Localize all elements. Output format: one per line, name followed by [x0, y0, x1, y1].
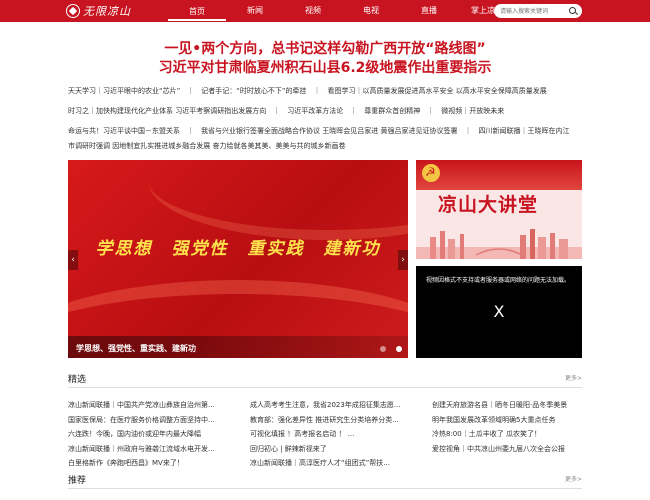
- ticker-line-4[interactable]: 市调研时强调 因地制宜扎实推进城乡融合发展 奋力绘就各美其美、美美与共的城乡新画…: [68, 141, 583, 151]
- list-item[interactable]: 教育部：强化差异性 推进研究生分类培养分类...: [250, 413, 415, 428]
- list-item[interactable]: 成人高考考生注意，我省2023年成招征集志愿...: [250, 398, 415, 413]
- list-item[interactable]: 国家医保局：在医疗服务价格调整方面坚持中...: [68, 413, 233, 428]
- site-logo[interactable]: 无限凉山: [66, 3, 131, 19]
- nav-item-home[interactable]: 首页: [168, 0, 226, 21]
- list-item[interactable]: 六连跌！今晚，国内油价或迎年内最大降幅: [68, 427, 233, 442]
- section-title: 推荐: [68, 476, 87, 486]
- ticker-line-1[interactable]: 天天学习｜习近平眼中的农业“芯片” ｜ 记者手记：“时时放心不下”的牵挂 ｜ 看…: [68, 86, 583, 96]
- party-emblem-icon: [422, 164, 440, 182]
- more-link[interactable]: 更多>: [565, 373, 582, 382]
- nav-item-news[interactable]: 新闻: [226, 0, 284, 22]
- list-item[interactable]: 可视化填报 ！高考报名启动 ！ ...: [250, 427, 415, 442]
- lecture-promo-banner[interactable]: 凉山大讲堂: [416, 160, 582, 259]
- list-item[interactable]: 凉山新闻联播｜高淳医疗人才“组团式”帮扶...: [250, 456, 415, 471]
- banner-caption[interactable]: 学思想、强党性、重实践、建新功: [76, 343, 196, 354]
- nav-item-tv[interactable]: 电视: [342, 0, 400, 22]
- logo-emblem-icon: [66, 4, 80, 18]
- search-icon[interactable]: [569, 7, 576, 14]
- city-skyline-illustration: [416, 229, 582, 259]
- promo-header-strip: [416, 160, 582, 190]
- list-item[interactable]: 凉山新闻联播｜州政府与雅砻江流域水电开发...: [68, 442, 233, 457]
- featured-section-header: 精选 更多>: [68, 372, 582, 388]
- list-item[interactable]: 爱控视角｜中共凉山州委九届八次全会公报: [432, 442, 584, 457]
- banner-carousel[interactable]: 学思想 强党性 重实践 建新功 ‹ › 学思想、强党性、重实践、建新功: [68, 160, 408, 358]
- carousel-indicators: [380, 346, 402, 352]
- list-item[interactable]: 创建天府旅游名县｜晒冬日暖阳·品冬季美景: [432, 398, 584, 413]
- ticker-line-3[interactable]: 命运与共！习近平谈中国－东盟关系 ｜ 我省与兴业银行签署全面战略合作协议 王晓晖…: [68, 126, 583, 136]
- featured-column-1: 凉山新闻联播｜中国共产党凉山彝族自治州第... 国家医保局：在医疗服务价格调整方…: [68, 398, 233, 471]
- featured-column-3: 创建天府旅游名县｜晒冬日暖阳·品冬季美景 明年我国发展改革领域明确5大重点任务 …: [432, 398, 584, 456]
- headline-2[interactable]: 习近平对甘肃临夏州积石山县6.2级地震作出重要指示: [0, 57, 650, 77]
- nav-item-live[interactable]: 直播: [400, 0, 458, 22]
- section-title: 精选: [68, 375, 87, 385]
- headline-1[interactable]: 一见•两个方向，总书记这样勾勒广西开放“路线图”: [0, 38, 650, 58]
- top-nav-bar: 无限凉山 首页 新闻 视频 电视 直播 掌上凉山: [0, 0, 650, 22]
- banner-decoration: [148, 160, 408, 240]
- list-item[interactable]: 回归初心 | 鲜辣新视来了: [250, 442, 415, 457]
- nav-item-video[interactable]: 视频: [284, 0, 342, 22]
- video-error-message: 视频因格式不支持或者服务器或网络的问题无法加载。: [426, 277, 571, 284]
- recommend-section-header: 推荐 更多>: [68, 473, 582, 489]
- more-link[interactable]: 更多>: [565, 474, 582, 483]
- list-item[interactable]: 冷热8:00｜土瓜丰收了 瓜农笑了！: [432, 427, 584, 442]
- list-item[interactable]: 白里格新作《奔跑吧西昌》MV来了！: [68, 456, 233, 471]
- carousel-dot[interactable]: [380, 346, 386, 352]
- main-nav: 首页 新闻 视频 电视 直播 掌上凉山: [168, 0, 516, 22]
- featured-column-2: 成人高考考生注意，我省2023年成招征集志愿... 教育部：强化差异性 推进研究…: [250, 398, 415, 471]
- list-item[interactable]: 凉山新闻联播｜中国共产党凉山彝族自治州第...: [68, 398, 233, 413]
- ticker-line-2[interactable]: 时习之｜加快构建现代化产业体系 习近平考察调研指出发展方向 ｜ 习近平改革方法论…: [68, 106, 583, 116]
- search-box: [494, 4, 582, 18]
- promo-title: 凉山大讲堂: [438, 194, 539, 216]
- carousel-next-icon[interactable]: ›: [398, 250, 408, 270]
- logo-text: 无限凉山: [83, 5, 131, 18]
- carousel-prev-icon[interactable]: ‹: [68, 250, 78, 270]
- list-item[interactable]: 明年我国发展改革领域明确5大重点任务: [432, 413, 584, 428]
- carousel-dot-active[interactable]: [396, 346, 402, 352]
- search-input[interactable]: [500, 5, 566, 17]
- close-icon[interactable]: X: [416, 302, 582, 321]
- banner-slogan: 学思想 强党性 重实践 建新功: [95, 239, 381, 259]
- video-player[interactable]: 视频因格式不支持或者服务器或网络的问题无法加载。 X: [416, 266, 582, 358]
